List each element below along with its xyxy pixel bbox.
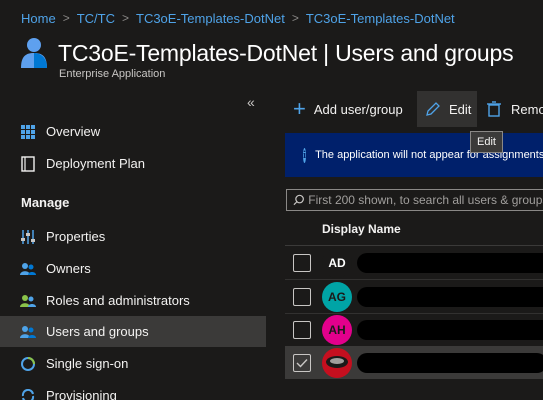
sidebar-item-users-groups[interactable]: Users and groups — [0, 316, 266, 347]
collapse-sidebar-icon[interactable]: « — [247, 94, 255, 110]
remove-button[interactable]: Remo — [487, 91, 543, 127]
breadcrumb-separator: > — [62, 11, 70, 25]
sidebar-item-label: Users and groups — [46, 324, 149, 339]
row-checkbox-checked[interactable] — [293, 353, 311, 372]
avatar: AH — [322, 314, 352, 345]
users-groups-icon — [20, 324, 36, 340]
column-header-display-name[interactable]: Display Name — [322, 222, 401, 236]
sidebar-item-label: Owners — [46, 261, 91, 276]
breadcrumb: Home > TC/TC > TC3oE-Templates-DotNet > … — [21, 9, 455, 27]
breadcrumb-tenant[interactable]: TC/TC — [77, 11, 115, 26]
search-icon — [293, 194, 304, 206]
people-role-icon — [20, 293, 36, 309]
pencil-icon — [426, 102, 440, 116]
info-banner-text: The application will not appear for assi… — [315, 149, 543, 161]
table-row[interactable]: AG — [285, 280, 543, 313]
breadcrumb-separator: > — [121, 11, 129, 25]
people-icon — [20, 261, 36, 277]
add-user-group-button[interactable]: + Add user/group — [293, 91, 403, 127]
info-banner: i The application will not appear for as… — [285, 133, 543, 177]
remove-label: Remo — [511, 101, 543, 117]
edit-label: Edit — [449, 101, 472, 117]
search-box — [286, 189, 543, 211]
add-user-group-label: Add user/group — [313, 101, 403, 117]
sidebar-item-label: Roles and administrators — [46, 293, 190, 308]
sidebar-item-provisioning[interactable]: Provisioning — [0, 380, 266, 400]
sidebar-item-label: Overview — [46, 124, 101, 139]
sliders-icon — [20, 229, 36, 245]
row-checkbox[interactable] — [293, 287, 311, 306]
search-input[interactable] — [308, 193, 543, 207]
sidebar-item-single-sign-on[interactable]: Single sign-on — [0, 348, 266, 379]
page-header: TC3oE-Templates-DotNet | Users and group… — [20, 36, 514, 70]
table-row[interactable]: AD — [285, 246, 543, 279]
avatar-photo — [322, 347, 352, 378]
table-row[interactable]: AH — [285, 313, 543, 346]
sidebar-item-overview[interactable]: Overview — [0, 116, 266, 147]
sidebar-item-label: Deployment Plan — [46, 156, 145, 171]
enterprise-app-icon — [21, 38, 47, 68]
edit-button[interactable]: Edit — [417, 91, 477, 127]
sidebar-item-label: Single sign-on — [46, 356, 129, 371]
breadcrumb-app-registration[interactable]: TC3oE-Templates-DotNet — [136, 11, 285, 26]
sidebar-item-label: Provisioning — [46, 388, 117, 400]
sidebar-item-properties[interactable]: Properties — [0, 221, 266, 252]
command-bar: + Add user/group Edit Remo — [285, 91, 543, 127]
sidebar-item-owners[interactable]: Owners — [0, 253, 266, 284]
page-title: TC3oE-Templates-DotNet | Users and group… — [58, 39, 514, 66]
breadcrumb-enterprise-app[interactable]: TC3oE-Templates-DotNet — [306, 11, 455, 26]
plus-icon: + — [293, 96, 306, 121]
row-checkbox[interactable] — [293, 253, 311, 272]
redacted-name — [357, 286, 543, 307]
redacted-name — [357, 252, 543, 273]
book-icon — [20, 155, 36, 172]
sidebar-item-roles-administrators[interactable]: Roles and administrators — [0, 285, 266, 316]
avatar: AD — [322, 247, 352, 278]
page-subtitle: Enterprise Application — [59, 68, 166, 80]
sidebar-item-label: Properties — [46, 229, 106, 244]
breadcrumb-home[interactable]: Home — [21, 11, 56, 26]
trash-icon — [487, 101, 501, 117]
avatar: AG — [322, 281, 352, 312]
sidebar-section-manage: Manage — [21, 195, 70, 210]
redacted-name — [357, 319, 543, 340]
table-row-selected[interactable] — [285, 346, 543, 379]
grid-icon — [20, 124, 36, 140]
sidebar-item-deployment-plan[interactable]: Deployment Plan — [0, 148, 266, 179]
info-icon: i — [303, 147, 307, 163]
breadcrumb-separator: > — [291, 11, 299, 25]
redacted-name — [357, 352, 543, 373]
provisioning-icon — [20, 388, 36, 400]
edit-tooltip: Edit — [470, 131, 503, 153]
sso-icon — [20, 356, 36, 372]
row-checkbox[interactable] — [293, 320, 311, 339]
checkmark-icon — [296, 358, 308, 368]
